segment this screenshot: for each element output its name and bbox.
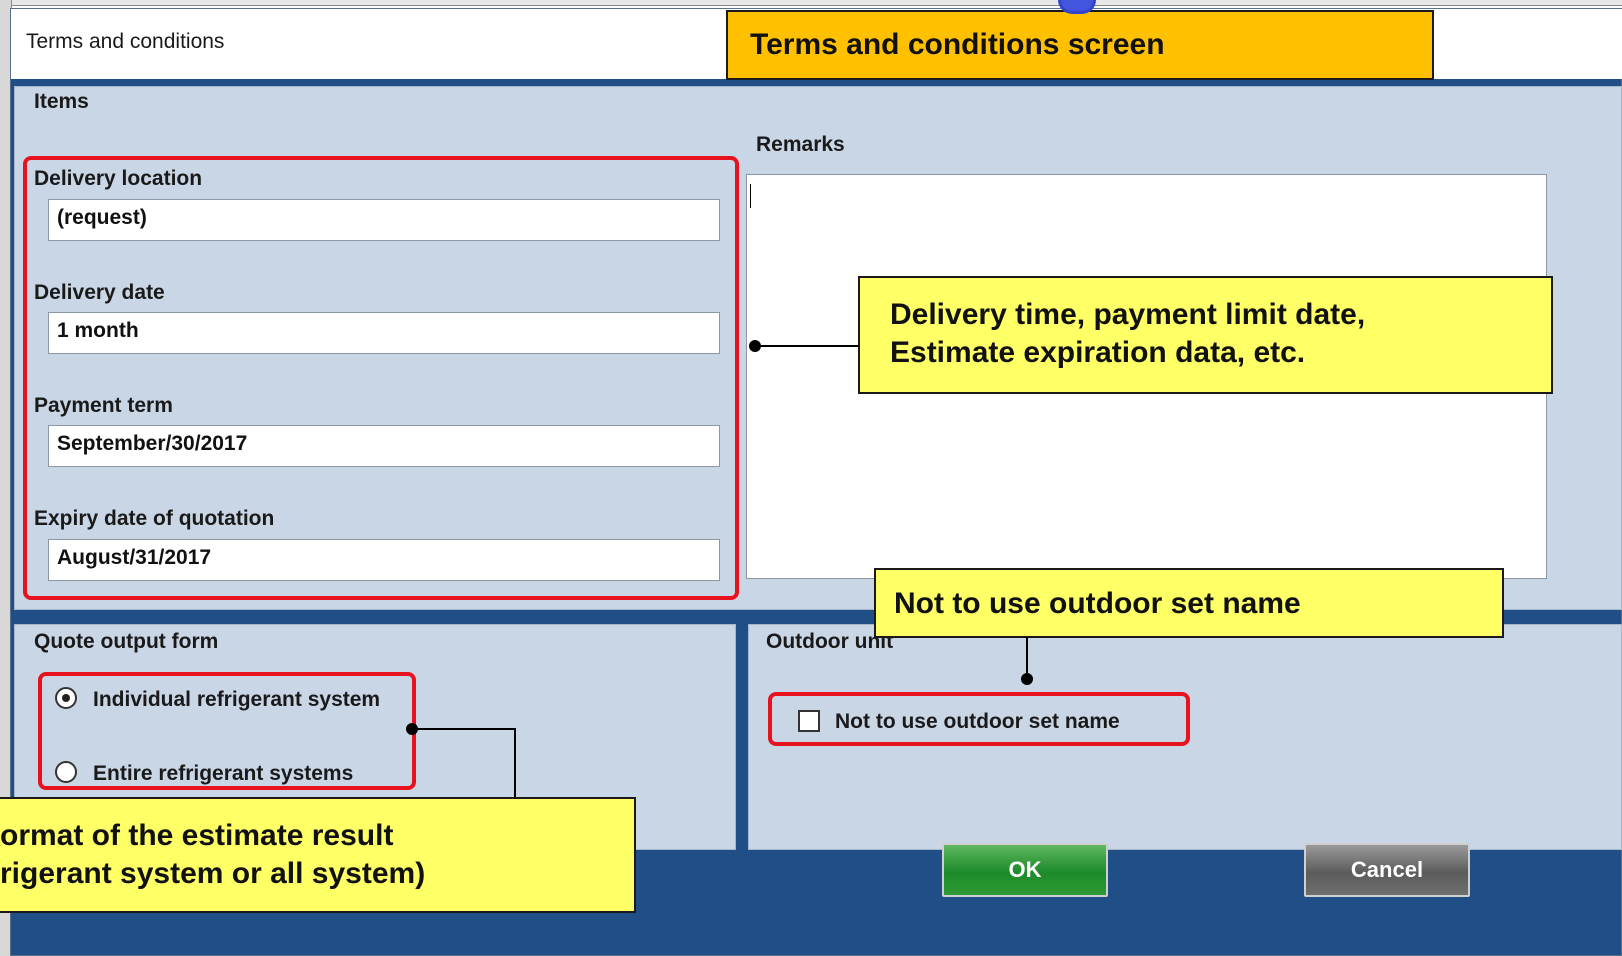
remarks-leader-line	[755, 345, 859, 347]
dialog-title: Terms and conditions	[26, 30, 225, 53]
format-callout: ormat of the estimate result rigerant sy…	[0, 797, 636, 913]
format-leader-line-h	[412, 728, 516, 730]
text-cursor	[750, 184, 751, 208]
remarks-callout-line2: Estimate expiration data, etc.	[890, 336, 1306, 369]
checkbox-highlight-box	[768, 692, 1190, 746]
screen-title-banner: Terms and conditions screen	[726, 10, 1434, 80]
items-section-label: Items	[34, 90, 89, 113]
remarks-leader-dot	[749, 340, 761, 352]
cancel-button[interactable]: Cancel	[1304, 843, 1470, 897]
remarks-callout-line1: Delivery time, payment limit date,	[890, 298, 1366, 331]
fields-highlight-box	[23, 156, 739, 600]
format-leader-line-v	[514, 728, 516, 800]
radio-highlight-box	[38, 672, 416, 790]
ok-button[interactable]: OK	[942, 843, 1108, 897]
screen-title-banner-text: Terms and conditions screen	[750, 28, 1165, 61]
format-callout-line2: rigerant system or all system)	[0, 857, 426, 890]
quote-output-section-label: Quote output form	[34, 630, 219, 653]
outdoor-callout: Not to use outdoor set name	[874, 568, 1504, 638]
background-window-top	[0, 0, 1622, 6]
remarks-label: Remarks	[756, 133, 845, 156]
outdoor-leader-dot	[1021, 673, 1033, 685]
remarks-callout: Delivery time, payment limit date, Estim…	[858, 276, 1553, 394]
format-callout-line1: ormat of the estimate result	[0, 819, 394, 852]
